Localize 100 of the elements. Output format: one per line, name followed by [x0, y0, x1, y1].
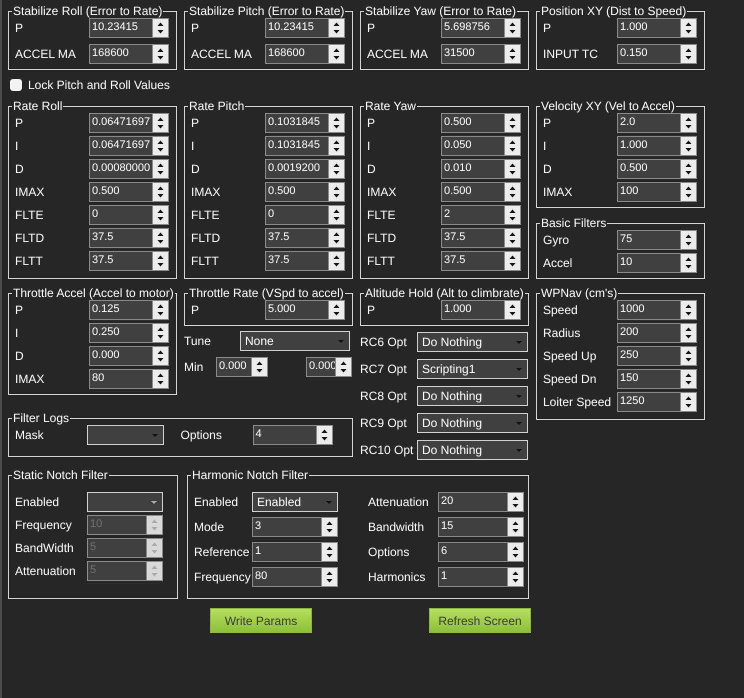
up-down-arrows-icon[interactable]: [152, 229, 168, 247]
up-down-arrows-icon[interactable]: [152, 301, 168, 319]
up-down-arrows-icon[interactable]: [328, 252, 344, 270]
dropdown-field[interactable]: Scripting1: [417, 359, 528, 379]
number-spinner[interactable]: 2.0: [617, 113, 697, 133]
up-down-arrows-icon[interactable]: [504, 301, 520, 319]
up-down-arrows-icon[interactable]: [504, 252, 520, 270]
dropdown-field[interactable]: Do Nothing: [417, 440, 528, 460]
up-down-arrows-icon[interactable]: [504, 137, 520, 155]
up-down-arrows-icon[interactable]: [680, 347, 696, 365]
up-down-arrows-icon[interactable]: [152, 206, 168, 224]
number-spinner[interactable]: 31500: [441, 44, 521, 64]
up-down-arrows-icon[interactable]: [328, 19, 344, 37]
number-spinner[interactable]: 4: [252, 425, 332, 445]
number-spinner[interactable]: 2: [441, 205, 521, 225]
number-spinner[interactable]: 37.5: [441, 228, 521, 248]
action-button[interactable]: Refresh Screen: [429, 608, 531, 633]
number-spinner[interactable]: 5.698756: [441, 18, 521, 38]
number-spinner[interactable]: 0.010: [441, 159, 521, 179]
number-spinner[interactable]: 0.06471697: [89, 113, 169, 133]
up-down-arrows-icon[interactable]: [504, 160, 520, 178]
up-down-arrows-icon[interactable]: [152, 45, 168, 63]
up-down-arrows-icon[interactable]: [152, 160, 168, 178]
up-down-arrows-icon[interactable]: [680, 114, 696, 132]
number-spinner[interactable]: 80: [89, 369, 169, 389]
dropdown-field[interactable]: Do Nothing: [417, 386, 528, 406]
number-spinner[interactable]: 100: [617, 182, 697, 202]
up-down-arrows-icon[interactable]: [504, 183, 520, 201]
up-down-arrows-icon[interactable]: [680, 19, 696, 37]
up-down-arrows-icon[interactable]: [680, 393, 696, 411]
number-spinner[interactable]: 37.5: [441, 251, 521, 271]
up-down-arrows-icon[interactable]: [152, 324, 168, 342]
up-down-arrows-icon[interactable]: [680, 324, 696, 342]
number-spinner[interactable]: 1.000: [617, 18, 697, 38]
number-spinner[interactable]: 6: [438, 542, 524, 562]
number-spinner[interactable]: 0.150: [617, 44, 697, 64]
dropdown-field[interactable]: [87, 425, 164, 445]
up-down-arrows-icon[interactable]: [152, 347, 168, 365]
number-spinner[interactable]: 37.5: [89, 251, 169, 271]
up-down-arrows-icon[interactable]: [152, 183, 168, 201]
number-spinner[interactable]: 3: [252, 517, 338, 537]
number-spinner[interactable]: 1000: [617, 300, 697, 320]
number-spinner[interactable]: 20: [438, 492, 524, 512]
dropdown-field[interactable]: None: [240, 331, 350, 351]
up-down-arrows-icon[interactable]: [680, 254, 696, 272]
up-down-arrows-icon[interactable]: [504, 19, 520, 37]
up-down-arrows-icon[interactable]: [328, 229, 344, 247]
number-spinner[interactable]: 0.1031845: [265, 113, 345, 133]
up-down-arrows-icon[interactable]: [321, 568, 337, 586]
up-down-arrows-icon[interactable]: [680, 370, 696, 388]
up-down-arrows-icon[interactable]: [680, 301, 696, 319]
number-spinner[interactable]: 0.125: [89, 300, 169, 320]
up-down-arrows-icon[interactable]: [328, 160, 344, 178]
number-spinner[interactable]: 150: [617, 369, 697, 389]
number-spinner[interactable]: 0: [265, 205, 345, 225]
number-spinner[interactable]: 0.500: [441, 182, 521, 202]
checkbox[interactable]: [10, 79, 22, 91]
up-down-arrows-icon[interactable]: [328, 45, 344, 63]
up-down-arrows-icon[interactable]: [152, 19, 168, 37]
up-down-arrows-icon[interactable]: [504, 229, 520, 247]
up-down-arrows-icon[interactable]: [316, 426, 332, 444]
up-down-arrows-icon[interactable]: [152, 252, 168, 270]
number-spinner[interactable]: 5.000: [265, 300, 345, 320]
up-down-arrows-icon[interactable]: [152, 114, 168, 132]
number-spinner[interactable]: 1: [438, 567, 524, 587]
number-spinner[interactable]: 0.250: [89, 323, 169, 343]
number-spinner[interactable]: 1: [252, 542, 338, 562]
number-spinner[interactable]: 0.00080000: [89, 159, 169, 179]
number-spinner[interactable]: 200: [617, 323, 697, 343]
up-down-arrows-icon[interactable]: [152, 137, 168, 155]
number-spinner[interactable]: 37.5: [265, 251, 345, 271]
number-spinner[interactable]: 1.000: [617, 136, 697, 156]
number-spinner[interactable]: 0.1031845: [265, 136, 345, 156]
number-spinner[interactable]: 80: [252, 567, 338, 587]
up-down-arrows-icon[interactable]: [328, 206, 344, 224]
up-down-arrows-icon[interactable]: [321, 543, 337, 561]
up-down-arrows-icon[interactable]: [328, 301, 344, 319]
up-down-arrows-icon[interactable]: [152, 370, 168, 388]
up-down-arrows-icon[interactable]: [335, 358, 351, 376]
dropdown-field[interactable]: Do Nothing: [417, 413, 528, 433]
dropdown-field[interactable]: Enabled: [252, 492, 338, 512]
number-spinner[interactable]: 168600: [89, 44, 169, 64]
number-spinner[interactable]: 0: [89, 205, 169, 225]
up-down-arrows-icon[interactable]: [504, 45, 520, 63]
dropdown-field[interactable]: Do Nothing: [417, 332, 528, 352]
up-down-arrows-icon[interactable]: [251, 358, 267, 376]
number-spinner[interactable]: 0.000: [89, 346, 169, 366]
up-down-arrows-icon[interactable]: [504, 206, 520, 224]
action-button[interactable]: Write Params: [210, 608, 312, 633]
number-spinner[interactable]: 168600: [265, 44, 345, 64]
up-down-arrows-icon[interactable]: [507, 543, 523, 561]
number-spinner[interactable]: 250: [617, 346, 697, 366]
up-down-arrows-icon[interactable]: [328, 137, 344, 155]
number-spinner[interactable]: 37.5: [89, 228, 169, 248]
number-spinner[interactable]: 1.000: [441, 300, 521, 320]
number-spinner[interactable]: 37.5: [265, 228, 345, 248]
up-down-arrows-icon[interactable]: [680, 231, 696, 249]
up-down-arrows-icon[interactable]: [680, 160, 696, 178]
up-down-arrows-icon[interactable]: [507, 518, 523, 536]
number-spinner[interactable]: 0.000: [216, 357, 268, 377]
